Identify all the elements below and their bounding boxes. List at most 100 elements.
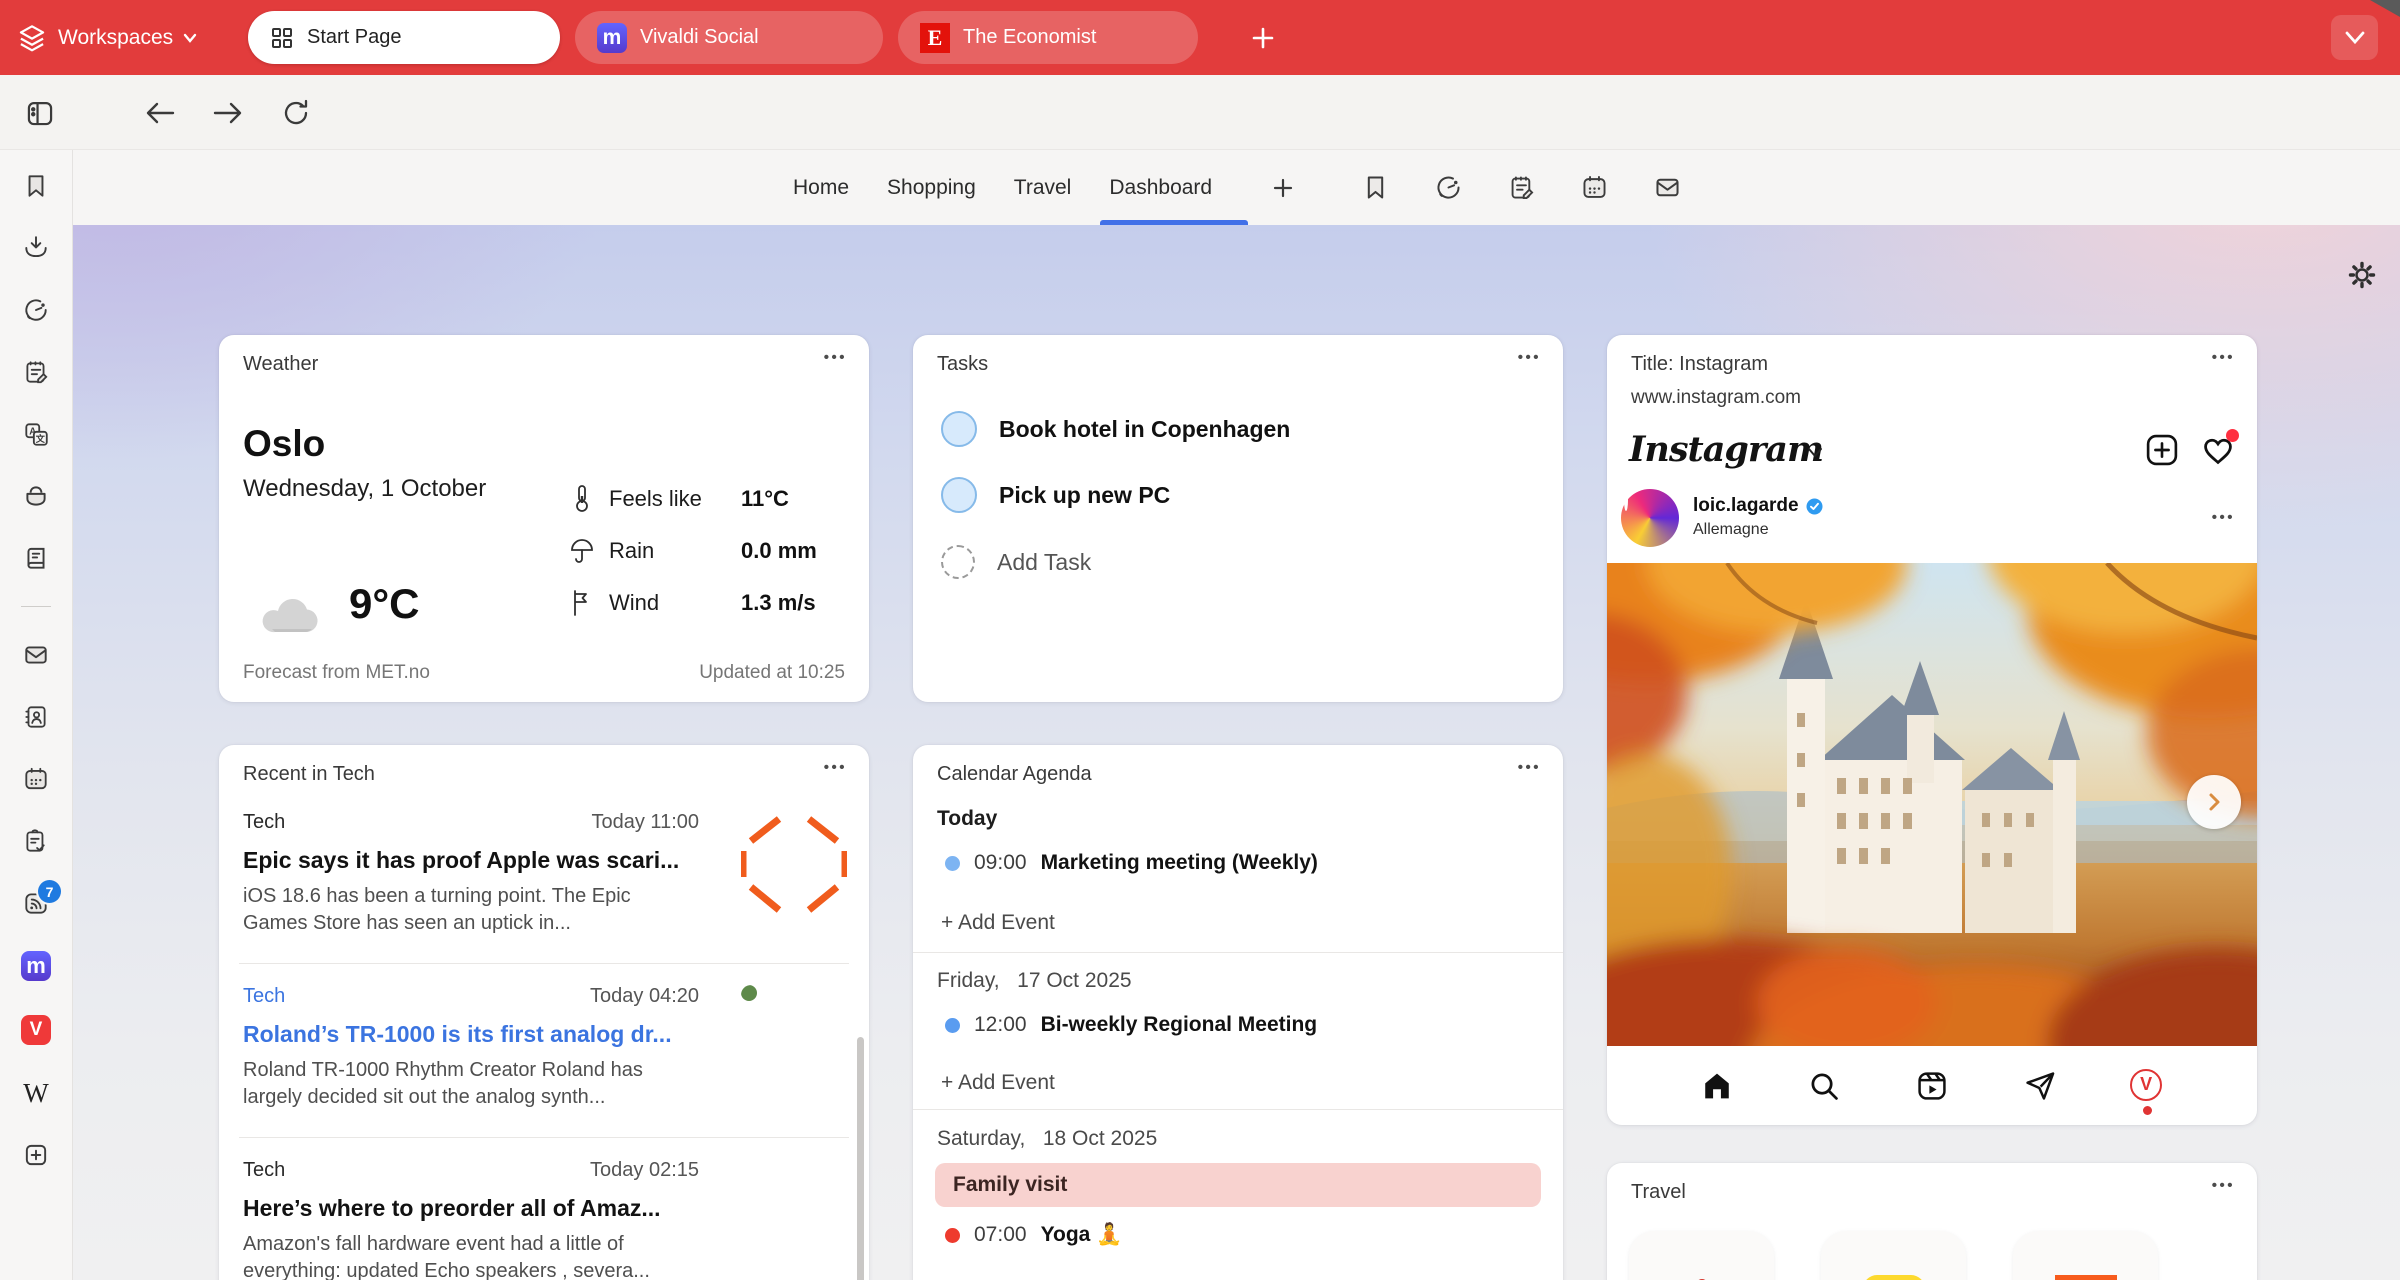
feeds-unread-badge: 7 [38,880,61,903]
tab-label: The Economist [963,26,1096,49]
story-ring-avatar[interactable] [1621,489,1679,547]
downloads-icon[interactable] [22,234,50,262]
nav-tab-travel[interactable]: Travel [1014,176,1072,200]
new-tab-button[interactable] [1245,20,1281,56]
add-event-button[interactable]: + Add Event [941,1071,1055,1095]
news-item[interactable]: Tech Today 02:15 Here’s where to preorde… [219,1159,869,1280]
calendar-event[interactable]: 07:00 Yoga 🧘 [945,1223,1122,1247]
post-username[interactable]: loic.lagarde [1693,495,1823,517]
mail-bar-icon[interactable] [1653,173,1682,202]
calendar-event[interactable]: 12:00 Bi-weekly Regional Meeting [945,1013,1317,1037]
instagram-wordmark: Instagram [1629,429,1823,470]
reload-button[interactable] [278,95,314,131]
notes-bar-icon[interactable] [1507,173,1536,202]
task-checkbox[interactable] [941,411,977,447]
widget-menu-icon[interactable] [1518,759,1541,776]
instagram-post-header: loic.lagarde Allemagne [1607,487,2257,563]
calendar-bar-icon[interactable] [1580,173,1609,202]
bookmarks-bar-icon[interactable] [1361,173,1390,202]
dashboard: Weather Oslo Wednesday, 1 October 9°C Fe… [73,225,2400,1280]
calendar-widget: Calendar Agenda Today 09:00 Marketing me… [913,745,1563,1280]
epic-games-thumbnail: EPIC GAMES [741,811,847,917]
widget-menu-icon[interactable] [824,759,847,776]
mail-icon[interactable] [22,641,50,669]
chevron-down-icon[interactable] [1807,447,1823,458]
instagram-widget: Title: Instagram www.instagram.com Insta… [1607,335,2257,1125]
panel-toggle-button[interactable] [22,95,58,131]
widget-title: Title: Instagram [1631,353,1768,376]
divider [239,963,849,964]
reels-icon[interactable] [1915,1069,1949,1103]
tab-start-page[interactable]: Start Page [248,11,560,64]
forward-button[interactable] [210,95,246,131]
post-menu-icon[interactable] [2212,509,2235,526]
create-post-icon[interactable] [2143,431,2181,469]
umbrella-icon [569,536,595,566]
kiwi-k-icon: K [2055,1275,2117,1280]
tasks-icon[interactable] [22,827,50,855]
calendar-icon[interactable] [22,765,50,793]
mastodon-panel-icon[interactable]: m [21,951,51,981]
calendar-day-header: Today [937,807,997,831]
search-icon[interactable] [1807,1069,1841,1103]
tab-label: Start Page [307,26,402,49]
task-checkbox[interactable] [941,477,977,513]
add-panel-icon[interactable] [22,1141,50,1169]
bookmarks-icon[interactable] [22,172,50,200]
task-item[interactable]: Pick up new PC [941,477,1170,513]
nav-tab-home[interactable]: Home [793,176,849,200]
amazon-devices-thumbnail [741,1159,847,1265]
divider [913,1109,1563,1110]
news-item[interactable]: Tech Today 04:20 Roland’s TR-1000 is its… [219,985,869,1135]
travel-speed-dial-3[interactable]: K [2013,1231,2158,1280]
workspaces-label: Workspaces [58,26,173,50]
red-travel-logo-icon [1672,1275,1732,1280]
event-color-dot [945,856,960,871]
add-task-row[interactable]: Add Task [941,545,1091,579]
widget-menu-icon[interactable] [1518,349,1541,366]
add-event-button[interactable]: + Add Event [941,911,1055,935]
translate-icon[interactable]: A 文 [22,420,50,448]
widget-menu-icon[interactable] [824,349,847,366]
share-dm-icon[interactable] [2023,1069,2057,1103]
travel-widget: Travel [1607,1163,2257,1280]
history-bar-icon[interactable] [1434,173,1463,202]
add-nav-page-button[interactable] [1269,174,1297,202]
travel-speed-dial-1[interactable] [1629,1231,1774,1280]
instagram-bottom-nav: V [1607,1046,2257,1125]
calendar-event[interactable]: 09:00 Marketing meeting (Weekly) [945,851,1318,875]
nav-tab-shopping[interactable]: Shopping [887,176,976,200]
tab-vivaldi-social[interactable]: m Vivaldi Social [575,11,883,64]
wind-value: 1.3 m/s [741,590,816,616]
profile-vivaldi-icon[interactable]: V [2130,1069,2164,1103]
vivaldi-panel-icon[interactable]: V [21,1015,51,1045]
dashboard-settings-gear-icon[interactable] [2345,258,2379,292]
widget-menu-icon[interactable] [2212,349,2235,366]
wikipedia-panel-icon[interactable]: W [22,1079,50,1107]
tab-list-dropdown-button[interactable] [2331,15,2378,60]
notifications-heart-icon[interactable] [2199,431,2237,469]
news-item[interactable]: Tech Today 11:00 Epic says it has proof … [219,811,869,961]
weather-date: Wednesday, 1 October [243,475,486,503]
notes-icon[interactable] [22,358,50,386]
home-icon[interactable] [1700,1069,1734,1103]
contacts-icon[interactable] [22,703,50,731]
divider [913,952,1563,953]
divider [239,1137,849,1138]
nav-tab-dashboard[interactable]: Dashboard [1109,176,1212,200]
reading-list-icon[interactable] [22,544,50,572]
carousel-next-button[interactable] [2187,775,2241,829]
verified-badge-icon [1806,498,1823,515]
task-item[interactable]: Book hotel in Copenhagen [941,411,1290,447]
widget-url: www.instagram.com [1631,387,1801,409]
back-button[interactable] [142,95,178,131]
all-day-event-banner[interactable]: Family visit [935,1163,1541,1207]
sessions-icon[interactable] [22,482,50,510]
feeds-icon[interactable]: 7 [22,889,50,917]
news-scrollbar[interactable] [857,1037,864,1280]
history-icon[interactable] [22,296,50,324]
travel-speed-dial-2[interactable] [1821,1231,1966,1280]
tab-the-economist[interactable]: E The Economist [898,11,1198,64]
widget-menu-icon[interactable] [2212,1177,2235,1194]
workspaces-button[interactable]: Workspaces [16,0,197,75]
